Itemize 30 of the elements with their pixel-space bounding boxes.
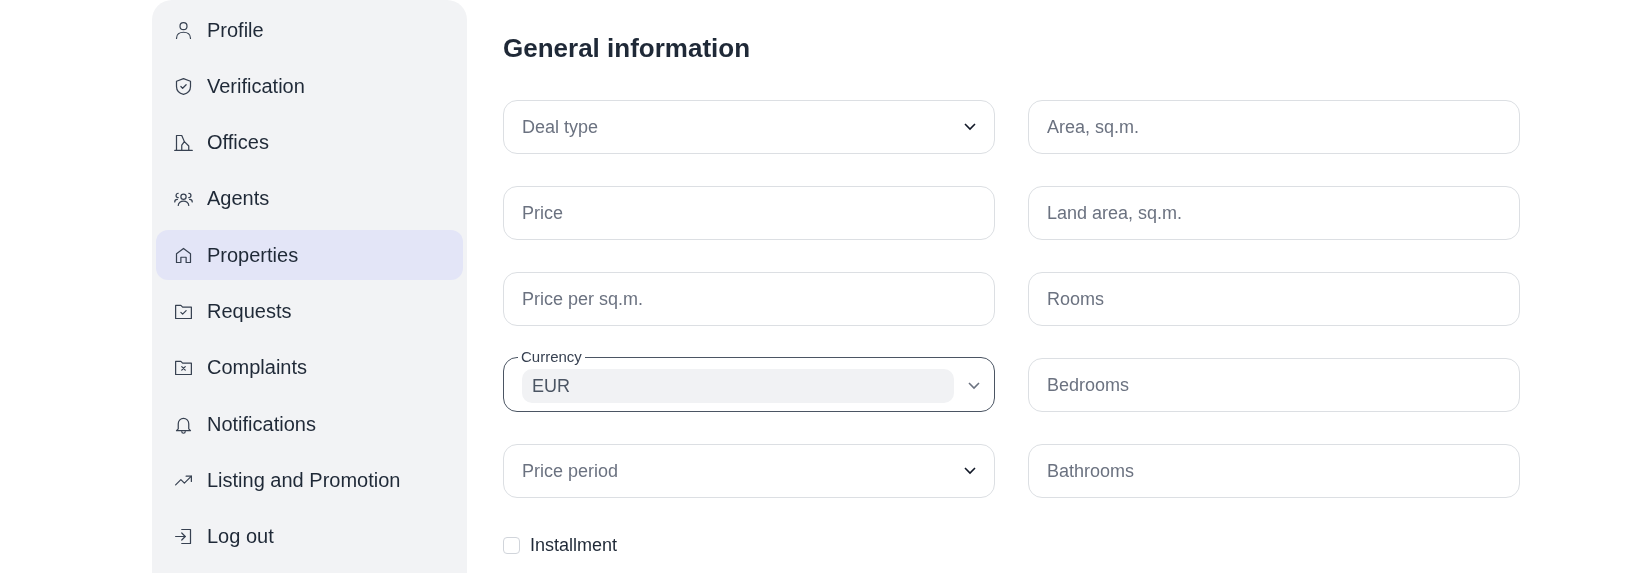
sidebar-item[interactable]: Verification (156, 61, 463, 112)
input-field[interactable]: Price per sq.m. (503, 272, 995, 326)
currency-select[interactable]: Currency EUR (503, 349, 995, 412)
input-field[interactable]: Bedrooms (1028, 358, 1520, 412)
input-field[interactable]: Rooms (1028, 272, 1520, 326)
select-field[interactable]: Price period (503, 444, 995, 498)
checkbox-label: Installment (530, 535, 618, 556)
input-field[interactable]: Price (503, 186, 995, 240)
chevron-down-icon (964, 467, 976, 475)
sidebar-item[interactable]: Listing and Promotion (156, 455, 463, 506)
select-field[interactable]: Deal type (503, 100, 995, 154)
shield-icon (173, 75, 194, 97)
building-icon (173, 132, 194, 154)
sidebar-item[interactable]: Log out (156, 511, 463, 562)
sidebar-item[interactable]: Agents (156, 173, 463, 224)
section-title: General information (503, 32, 752, 63)
sidebar-item[interactable]: Notifications (156, 399, 463, 450)
input-field[interactable]: Area, sq.m. (1028, 100, 1520, 154)
sidebar-item[interactable]: Profile (156, 5, 463, 55)
input-field[interactable]: Bathrooms (1028, 444, 1520, 498)
user-icon (173, 19, 194, 41)
chevron-down-icon (968, 382, 980, 390)
chevron-down-icon (964, 123, 976, 131)
sidebar-item[interactable]: Offices (156, 117, 463, 168)
checkbox[interactable] (503, 537, 520, 554)
input-field[interactable]: Land area, sq.m. (1028, 186, 1520, 240)
sidebar-item[interactable]: Properties (156, 230, 463, 281)
sidebar-item[interactable]: Requests (156, 286, 463, 337)
sidebar-item[interactable]: Complaints (156, 342, 463, 393)
installment-checkbox[interactable]: Installment (503, 535, 618, 556)
